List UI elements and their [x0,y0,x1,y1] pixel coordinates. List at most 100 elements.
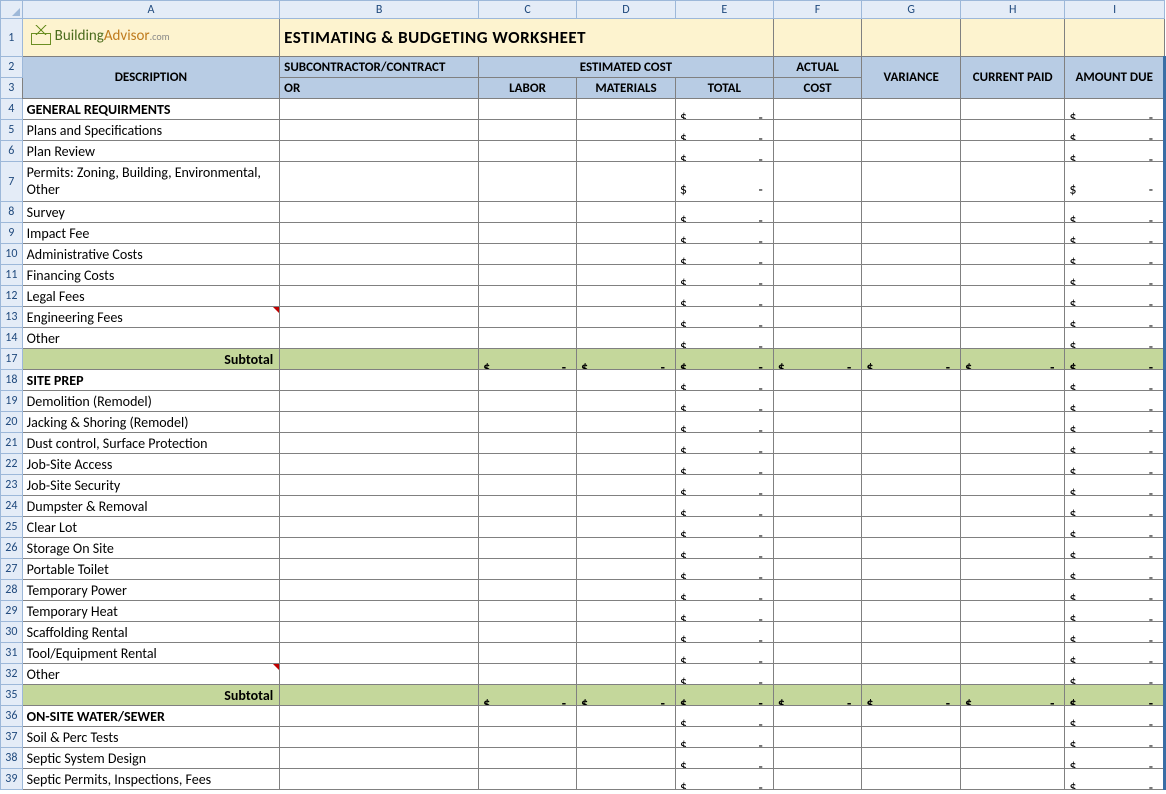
currency-cell[interactable]: $- [1065,433,1165,454]
cell[interactable] [862,412,961,433]
cell[interactable] [773,601,862,622]
cell[interactable] [280,685,479,706]
cell[interactable] [862,496,961,517]
cell[interactable] [577,643,676,664]
cell[interactable] [773,265,862,286]
cell[interactable] [479,120,577,141]
row-header[interactable]: 29 [1,601,23,622]
currency-cell[interactable]: $- [479,349,577,370]
currency-cell[interactable]: $- [1065,286,1165,307]
row-header[interactable]: 21 [1,433,23,454]
header-labor[interactable]: LABOR [479,78,577,99]
currency-cell[interactable]: $- [675,517,773,538]
currency-cell[interactable]: $- [675,286,773,307]
description-cell[interactable]: Demolition (Remodel) [22,391,280,412]
description-cell[interactable]: Storage On Site [22,538,280,559]
row-header[interactable]: 35 [1,685,23,706]
cell[interactable] [862,370,961,391]
cell[interactable] [280,391,479,412]
description-cell[interactable]: Dust control, Surface Protection [22,433,280,454]
cell[interactable] [280,748,479,769]
cell[interactable] [773,643,862,664]
cell[interactable] [479,517,577,538]
cell[interactable] [862,99,961,120]
row-header[interactable]: 37 [1,727,23,748]
cell[interactable] [280,433,479,454]
cell[interactable] [773,370,862,391]
currency-cell[interactable]: $- [675,601,773,622]
currency-cell[interactable]: $- [1065,99,1165,120]
description-cell[interactable]: Septic System Design [22,748,280,769]
cell[interactable] [773,559,862,580]
description-cell[interactable]: SITE PREP [22,370,280,391]
cell[interactable] [280,517,479,538]
cell[interactable] [862,391,961,412]
row-header[interactable]: 24 [1,496,23,517]
cell[interactable] [479,580,577,601]
cell[interactable] [280,706,479,727]
currency-cell[interactable]: $- [675,559,773,580]
description-cell[interactable]: Temporary Heat [22,601,280,622]
currency-cell[interactable]: $- [675,412,773,433]
description-cell[interactable]: Jacking & Shoring (Remodel) [22,412,280,433]
column-header-H[interactable]: H [961,1,1065,19]
column-header-G[interactable]: G [862,1,961,19]
cell[interactable] [577,517,676,538]
row-header[interactable]: 6 [1,141,23,162]
row-header[interactable]: 19 [1,391,23,412]
description-cell[interactable]: Permits: Zoning, Building, Environmental… [22,162,280,202]
currency-cell[interactable]: $- [675,748,773,769]
cell[interactable] [577,559,676,580]
cell[interactable] [479,391,577,412]
cell[interactable] [280,475,479,496]
currency-cell[interactable]: $- [1065,349,1165,370]
cell[interactable] [862,202,961,223]
cell[interactable] [280,643,479,664]
currency-cell[interactable]: $- [1065,580,1165,601]
cell[interactable] [862,664,961,685]
cell[interactable] [280,622,479,643]
description-cell[interactable]: ON-SITE WATER/SEWER [22,706,280,727]
currency-cell[interactable]: $- [862,349,961,370]
currency-cell[interactable]: $- [1065,391,1165,412]
currency-cell[interactable]: $- [1065,622,1165,643]
cell[interactable] [577,286,676,307]
cell[interactable] [961,664,1065,685]
row-header[interactable]: 7 [1,162,23,202]
cell[interactable] [280,265,479,286]
row-header[interactable]: 38 [1,748,23,769]
currency-cell[interactable]: $- [675,120,773,141]
row-header[interactable]: 2 [1,57,23,78]
currency-cell[interactable]: $- [675,391,773,412]
cell[interactable] [961,99,1065,120]
cell[interactable] [961,643,1065,664]
currency-cell[interactable]: $- [675,706,773,727]
header-variance[interactable]: VARIANCE [862,57,961,99]
cell[interactable] [773,328,862,349]
row-header[interactable]: 11 [1,265,23,286]
column-header-B[interactable]: B [280,1,479,19]
currency-cell[interactable]: $- [1065,265,1165,286]
cell[interactable] [961,286,1065,307]
cell[interactable] [280,202,479,223]
currency-cell[interactable]: $- [675,433,773,454]
currency-cell[interactable]: $- [675,223,773,244]
row-header[interactable]: 22 [1,454,23,475]
description-cell[interactable]: Survey [22,202,280,223]
currency-cell[interactable]: $- [675,622,773,643]
row-header[interactable]: 23 [1,475,23,496]
currency-cell[interactable]: $- [1065,370,1165,391]
description-cell[interactable]: Temporary Power [22,580,280,601]
cell[interactable] [479,433,577,454]
currency-cell[interactable]: $- [675,664,773,685]
description-cell[interactable]: Plan Review [22,141,280,162]
description-cell[interactable]: Plans and Specifications [22,120,280,141]
currency-cell[interactable]: $- [773,685,862,706]
header-total[interactable]: TOTAL [675,78,773,99]
cell[interactable] [961,580,1065,601]
cell[interactable] [280,727,479,748]
cell[interactable] [577,370,676,391]
cell[interactable] [479,307,577,328]
cell[interactable] [773,538,862,559]
cell[interactable] [862,538,961,559]
